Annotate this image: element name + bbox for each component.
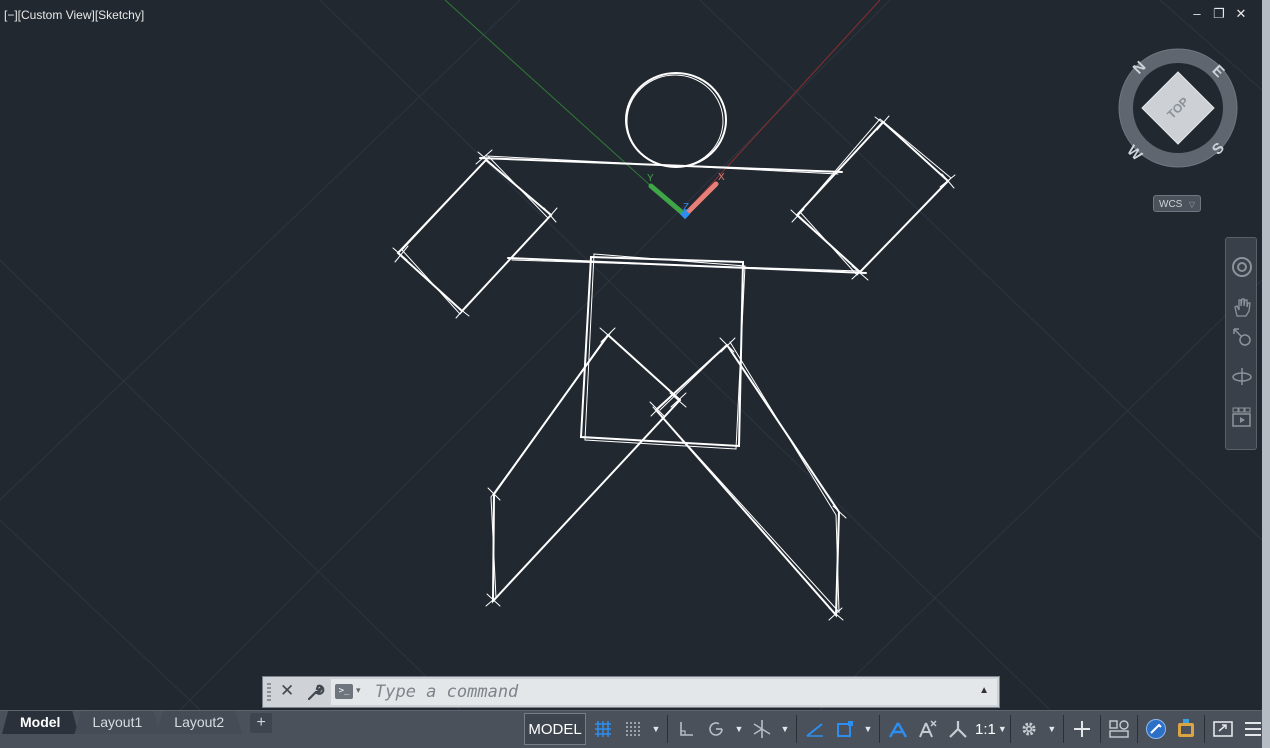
ucs-z-label: Z bbox=[683, 202, 689, 213]
polar-tracking-icon bbox=[709, 722, 723, 736]
divider bbox=[1062, 715, 1064, 743]
workspace-switch-button[interactable] bbox=[1014, 714, 1044, 744]
chevron-down-icon[interactable]: ▾ bbox=[356, 685, 361, 696]
chevron-down-icon: ▼ bbox=[734, 724, 744, 734]
layout-tabs: Model Layout1 Layout2 + bbox=[2, 711, 273, 737]
auto-scale-icon bbox=[919, 720, 937, 738]
polar-menu-chevron[interactable]: ▼ bbox=[731, 714, 747, 744]
divider bbox=[796, 715, 797, 743]
plus-icon bbox=[1073, 721, 1090, 737]
annotation-scale-menu[interactable]: 1:1 ▼ bbox=[973, 714, 1007, 744]
grid-icon bbox=[595, 721, 611, 737]
units-icon bbox=[1109, 720, 1129, 738]
minimize-icon[interactable]: – bbox=[1190, 6, 1204, 22]
hardware-acceleration-button[interactable] bbox=[1171, 714, 1201, 744]
annotation-scale-icon bbox=[949, 721, 967, 738]
annotation-visibility-toggle[interactable] bbox=[883, 714, 913, 744]
chevron-down-icon: ▼ bbox=[780, 724, 790, 734]
steering-wheel-icon[interactable] bbox=[1231, 256, 1253, 278]
tab-layout2[interactable]: Layout2 bbox=[156, 711, 243, 734]
divider bbox=[667, 715, 668, 743]
zoom-extents-icon[interactable] bbox=[1231, 326, 1253, 348]
polar-toggle[interactable] bbox=[701, 714, 731, 744]
snap-menu-chevron[interactable]: ▼ bbox=[648, 714, 664, 744]
hamburger-menu-icon bbox=[1244, 722, 1261, 736]
ortho-toggle[interactable] bbox=[671, 714, 701, 744]
drawing-viewport[interactable]: Y X Z [−][Custom View][Sketchy] – ❐ ✕ TO… bbox=[0, 0, 1262, 710]
snap-grid-icon bbox=[626, 722, 640, 736]
clean-screen-icon bbox=[1212, 721, 1233, 737]
gear-icon bbox=[1022, 722, 1036, 736]
chevron-down-icon: ▼ bbox=[1047, 724, 1057, 734]
close-icon[interactable]: ✕ bbox=[1234, 6, 1248, 22]
close-icon[interactable]: ✕ bbox=[280, 681, 294, 701]
command-input[interactable] bbox=[375, 682, 935, 702]
divider bbox=[1136, 715, 1138, 743]
command-line-grip[interactable] bbox=[267, 683, 271, 703]
model-space-canvas[interactable]: Y X Z bbox=[0, 0, 1262, 710]
customization-menu-button[interactable] bbox=[1238, 714, 1268, 744]
tab-model[interactable]: Model bbox=[2, 711, 79, 734]
chevron-down-icon: ▼ bbox=[997, 724, 1007, 734]
viewcube[interactable]: TOP N E S W bbox=[1116, 46, 1240, 170]
viewport-window-controls: – ❐ ✕ bbox=[1190, 6, 1248, 22]
hardware-acceleration-icon bbox=[1177, 719, 1194, 737]
restore-icon[interactable]: ❐ bbox=[1212, 6, 1226, 22]
figure-right-hand bbox=[795, 120, 950, 274]
model-space-button[interactable]: MODEL bbox=[524, 713, 586, 745]
navigation-bar bbox=[1225, 237, 1257, 450]
figure-right-leg bbox=[654, 344, 841, 618]
x-axis-guide bbox=[682, 0, 881, 216]
wrench-icon[interactable] bbox=[305, 682, 325, 702]
viewport-scroll-edge bbox=[1262, 0, 1270, 748]
snap-toggle[interactable] bbox=[618, 714, 648, 744]
grid-toggle[interactable] bbox=[588, 714, 618, 744]
chevron-down-icon: ▼ bbox=[651, 724, 661, 734]
annotation-scale-value: 1:1 bbox=[975, 720, 996, 738]
add-layout-button[interactable]: + bbox=[250, 713, 273, 733]
ucs-icon[interactable]: Y X Z bbox=[647, 172, 725, 220]
ucs-x-label: X bbox=[718, 172, 725, 183]
units-button[interactable] bbox=[1104, 714, 1134, 744]
isolate-objects-icon bbox=[1145, 719, 1166, 739]
annotation-monitor-button[interactable] bbox=[1067, 714, 1097, 744]
clean-screen-button[interactable] bbox=[1208, 714, 1238, 744]
status-bar: Model Layout1 Layout2 + MODEL ▼ ▼ ▼ ▼ 1:… bbox=[0, 710, 1262, 748]
chevron-down-icon: ▼ bbox=[863, 724, 873, 734]
command-prompt-icon[interactable]: >_ bbox=[335, 684, 353, 699]
object-snap-tracking-toggle[interactable] bbox=[800, 714, 830, 744]
annotation-visibility-icon bbox=[888, 722, 908, 738]
showmotion-icon[interactable] bbox=[1231, 406, 1253, 428]
chevron-down-icon: ▽ bbox=[1188, 200, 1195, 209]
ucs-y-label: Y bbox=[647, 173, 654, 184]
object-snap-toggle[interactable] bbox=[830, 714, 860, 744]
divider bbox=[1203, 715, 1205, 743]
isodraft-toggle[interactable] bbox=[747, 714, 777, 744]
ortho-icon bbox=[680, 722, 693, 736]
auto-scale-toggle[interactable] bbox=[913, 714, 943, 744]
figure-left-hand bbox=[396, 158, 553, 313]
wcs-menu-button[interactable]: WCS ▽ bbox=[1153, 195, 1201, 212]
command-line: ✕ >_ ▾ ▲ bbox=[262, 676, 1000, 708]
snap-tracking-icon bbox=[806, 723, 823, 737]
divider bbox=[1009, 715, 1011, 743]
wcs-label: WCS bbox=[1159, 199, 1183, 210]
object-snap-menu-chevron[interactable]: ▼ bbox=[860, 714, 876, 744]
object-snap-icon bbox=[837, 721, 853, 737]
isolate-objects-button[interactable] bbox=[1141, 714, 1171, 744]
tab-layout1[interactable]: Layout1 bbox=[74, 711, 161, 734]
command-history-toggle-icon[interactable]: ▲ bbox=[979, 685, 989, 696]
sketchy-figure[interactable] bbox=[392, 72, 956, 621]
viewport-controls-label[interactable]: [−][Custom View][Sketchy] bbox=[4, 8, 144, 22]
divider bbox=[1099, 715, 1101, 743]
workspace-menu-chevron[interactable]: ▼ bbox=[1044, 714, 1060, 744]
annotation-scale-toggle[interactable] bbox=[943, 714, 973, 744]
status-toolbar: MODEL ▼ ▼ ▼ ▼ 1:1 ▼ ▼ bbox=[524, 711, 1268, 747]
orbit-icon[interactable] bbox=[1231, 365, 1253, 387]
isodraft-icon bbox=[753, 720, 771, 738]
isodraft-menu-chevron[interactable]: ▼ bbox=[777, 714, 793, 744]
divider bbox=[879, 715, 880, 743]
pan-hand-icon[interactable] bbox=[1231, 296, 1253, 318]
command-field[interactable]: >_ ▾ ▲ bbox=[331, 679, 997, 705]
